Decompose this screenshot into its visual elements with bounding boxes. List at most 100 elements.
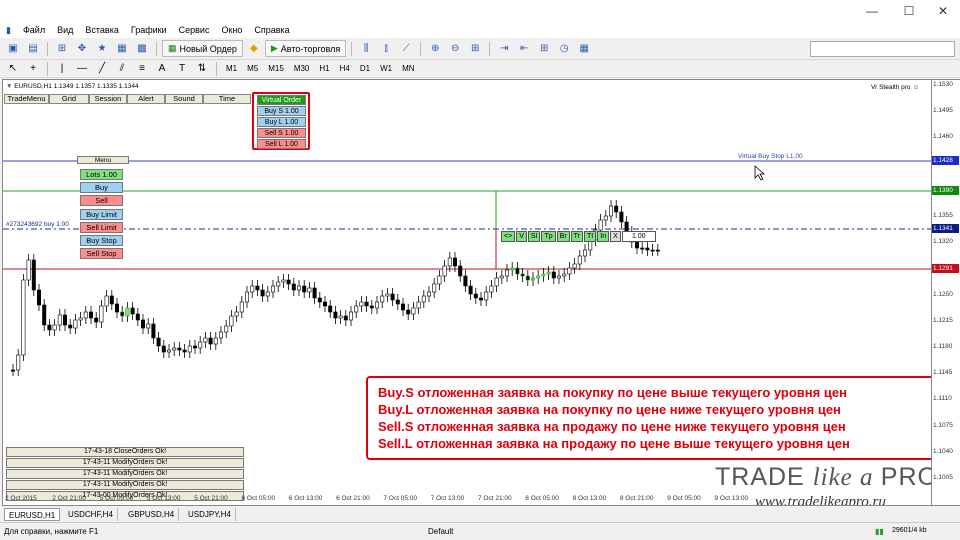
- fibonacci-icon[interactable]: ≡: [133, 61, 151, 77]
- sell-button[interactable]: Sell: [80, 195, 123, 206]
- timeframe-m30[interactable]: M30: [290, 62, 314, 76]
- indicators-icon[interactable]: ⊞: [535, 41, 553, 57]
- candle-body: [26, 259, 31, 281]
- menu-window[interactable]: Окно: [215, 25, 248, 35]
- label-tool-icon[interactable]: T: [173, 61, 191, 77]
- templates-icon[interactable]: ▦: [575, 41, 593, 57]
- tab-trademenu[interactable]: TradeMenu: [4, 94, 49, 104]
- candle-body: [16, 354, 21, 371]
- buy-stop-button[interactable]: Buy Stop: [80, 235, 123, 246]
- sell-limit-button[interactable]: Sell Limit: [80, 222, 123, 233]
- crosshair-icon[interactable]: +: [24, 61, 42, 77]
- order-control-button[interactable]: <>: [501, 231, 516, 242]
- candle-body: [239, 301, 244, 313]
- order-control-button[interactable]: In: [597, 231, 610, 242]
- horizontal-line-icon[interactable]: —: [73, 61, 91, 77]
- market-watch-icon[interactable]: ⊞: [53, 41, 71, 57]
- tab-gbpusd[interactable]: GBPUSD,H4: [124, 508, 180, 521]
- zoom-out-icon[interactable]: ⊖: [446, 41, 464, 57]
- data-window-icon[interactable]: ★: [93, 41, 111, 57]
- timeframe-m5[interactable]: M5: [243, 62, 262, 76]
- menu-view[interactable]: Вид: [51, 25, 79, 35]
- buy-limit-button[interactable]: Buy Limit: [80, 209, 123, 220]
- auto-trading-button[interactable]: ▶ Авто-торговля: [264, 40, 347, 57]
- arrows-icon[interactable]: ⇅: [193, 61, 211, 77]
- candle-body: [130, 307, 135, 315]
- menu-file[interactable]: Файл: [17, 25, 51, 35]
- profiles-icon[interactable]: ▤: [24, 41, 42, 57]
- candlestick-icon[interactable]: ⫾: [377, 41, 395, 57]
- sell-s-button[interactable]: Sell S 1.00: [257, 128, 306, 138]
- sell-stop-button[interactable]: Sell Stop: [80, 248, 123, 259]
- vertical-line-icon[interactable]: |: [53, 61, 71, 77]
- timeframe-m1[interactable]: M1: [222, 62, 241, 76]
- tab-usdchf[interactable]: USDCHF,H4: [64, 508, 118, 521]
- timeframe-w1[interactable]: W1: [376, 62, 396, 76]
- buy-s-button[interactable]: Buy S 1.00: [257, 106, 306, 116]
- chart-shift-icon[interactable]: ⇥: [495, 41, 513, 57]
- toolbar-separator: [47, 41, 48, 56]
- timeframe-mn[interactable]: MN: [398, 62, 418, 76]
- candle-body: [302, 285, 307, 293]
- menu-help[interactable]: Справка: [248, 25, 295, 35]
- cursor-icon[interactable]: ↖: [4, 61, 22, 77]
- menu-tools[interactable]: Сервис: [173, 25, 216, 35]
- order-control-button[interactable]: Tr: [570, 231, 584, 242]
- channel-icon[interactable]: ⫽: [113, 61, 131, 77]
- timeframe-h4[interactable]: H4: [336, 62, 354, 76]
- timeframe-m15[interactable]: M15: [264, 62, 288, 76]
- minimize-button[interactable]: —: [855, 0, 889, 22]
- order-control-button[interactable]: Tp: [541, 231, 556, 242]
- bar-chart-icon[interactable]: ⫼: [357, 41, 375, 57]
- app-icon[interactable]: ▮: [0, 25, 17, 36]
- candle-body: [328, 305, 333, 313]
- periods-icon[interactable]: ◷: [555, 41, 573, 57]
- navigator-icon[interactable]: ✥: [73, 41, 91, 57]
- timeframe-d1[interactable]: D1: [356, 62, 374, 76]
- buy-l-button[interactable]: Buy L 1.00: [257, 117, 306, 127]
- candle-body: [167, 349, 172, 353]
- candle-body: [484, 291, 489, 301]
- lots-button[interactable]: Lots 1.00: [80, 169, 123, 180]
- line-chart-icon[interactable]: ⟋: [397, 41, 415, 57]
- close-button[interactable]: ✕: [926, 0, 960, 22]
- tab-time[interactable]: Time: [203, 94, 251, 104]
- tab-usdjpy[interactable]: USDJPY,H4: [184, 508, 236, 521]
- order-control-button[interactable]: V: [516, 231, 527, 242]
- price-axis[interactable]: 1.15301.14951.14601.14251.13901.13551.13…: [932, 79, 960, 506]
- new-order-button[interactable]: ▦ Новый Ордер: [162, 40, 243, 57]
- tab-session[interactable]: Session: [89, 94, 127, 104]
- order-control-button[interactable]: X: [610, 231, 621, 242]
- order-control-button[interactable]: TI: [584, 231, 597, 242]
- new-chart-icon[interactable]: ▣: [4, 41, 22, 57]
- time-tick: 7 Oct 21:00: [478, 495, 512, 502]
- trendline-icon[interactable]: ╱: [93, 61, 111, 77]
- tab-sound[interactable]: Sound: [165, 94, 203, 104]
- metaeditor-icon[interactable]: ◆: [245, 41, 263, 57]
- menu-title[interactable]: Menu: [77, 156, 129, 164]
- price-chart[interactable]: ▼ EURUSD,H1 1.1349 1.1357 1.1335 1.1344 …: [2, 79, 932, 506]
- tab-grid[interactable]: Grid: [49, 94, 89, 104]
- autoscroll-icon[interactable]: ⇤: [515, 41, 533, 57]
- maximize-button[interactable]: ☐: [892, 0, 926, 22]
- sell-l-button[interactable]: Sell L 1.00: [257, 139, 306, 149]
- order-control-button[interactable]: 1.00: [621, 231, 656, 242]
- buy-button[interactable]: Buy: [80, 182, 123, 193]
- menu-insert[interactable]: Вставка: [79, 25, 124, 35]
- candle-body: [619, 211, 624, 223]
- virtual-order-title[interactable]: Virtual Order: [257, 95, 306, 105]
- logo-part: like a: [812, 464, 881, 491]
- menu-charts[interactable]: Графики: [125, 25, 173, 35]
- tester-icon[interactable]: ▩: [133, 41, 151, 57]
- search-input[interactable]: [810, 41, 955, 57]
- tab-eurusd[interactable]: EURUSD,H1: [4, 508, 61, 521]
- order-control-button[interactable]: Br: [556, 231, 570, 242]
- tab-alert[interactable]: Alert: [127, 94, 165, 104]
- timeframe-h1[interactable]: H1: [315, 62, 333, 76]
- terminal-icon[interactable]: ▦: [113, 41, 131, 57]
- tile-windows-icon[interactable]: ⊞: [466, 41, 484, 57]
- info-term: Buy.L: [378, 402, 413, 417]
- zoom-in-icon[interactable]: ⊕: [426, 41, 444, 57]
- order-control-button[interactable]: SI: [527, 231, 541, 242]
- text-tool-icon[interactable]: A: [153, 61, 171, 77]
